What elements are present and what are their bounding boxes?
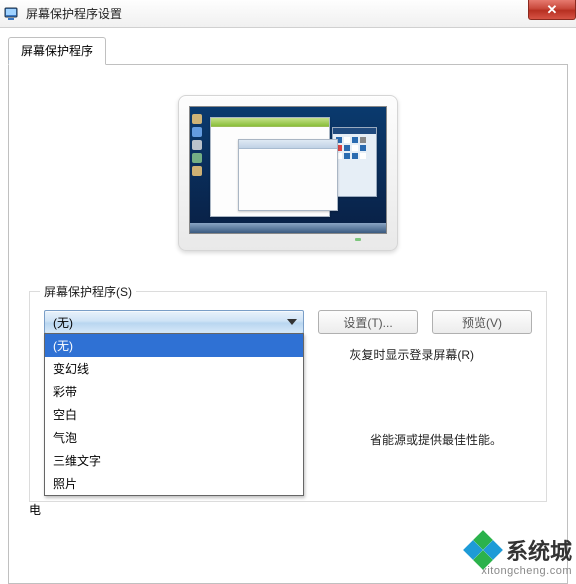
preview-taskbar bbox=[190, 223, 386, 233]
combo-selected-text: (无) bbox=[53, 314, 73, 331]
preview-window-3 bbox=[332, 127, 377, 197]
close-button[interactable]: ✕ bbox=[528, 0, 576, 20]
settings-button[interactable]: 设置(T)... bbox=[318, 310, 418, 334]
dropdown-option[interactable]: 空白 bbox=[45, 403, 303, 426]
monitor-screen bbox=[189, 106, 387, 234]
preview-desktop-icons bbox=[192, 111, 206, 179]
dropdown-option[interactable]: 变幻线 bbox=[45, 357, 303, 380]
screensaver-combo[interactable]: (无) bbox=[44, 310, 304, 334]
window-title: 屏幕保护程序设置 bbox=[26, 5, 122, 22]
monitor-base bbox=[189, 234, 387, 244]
dropdown-option[interactable]: 照片 bbox=[45, 472, 303, 495]
close-icon: ✕ bbox=[547, 2, 558, 18]
controls-row: (无) (无)变幻线彩带空白气泡三维文字照片 设置(T)... 预览(V) bbox=[44, 310, 532, 334]
monitor-frame bbox=[178, 95, 398, 251]
monitor-preview-area bbox=[29, 95, 547, 251]
client-area: 屏幕保护程序 bbox=[0, 28, 576, 584]
titlebar: 屏幕保护程序设置 ✕ bbox=[0, 0, 576, 28]
dropdown-option[interactable]: 彩带 bbox=[45, 380, 303, 403]
app-icon bbox=[4, 6, 20, 22]
dropdown-option[interactable]: 三维文字 bbox=[45, 449, 303, 472]
dropdown-option[interactable]: (无) bbox=[45, 334, 303, 357]
screensaver-group: 屏幕保护程序(S) (无) (无)变幻线彩带空白气泡三维文字照片 设置(T)..… bbox=[29, 291, 547, 502]
tabstrip: 屏幕保护程序 bbox=[8, 36, 568, 64]
preview-window-2 bbox=[238, 139, 338, 211]
power-heading-fragment: 电 bbox=[29, 501, 41, 518]
chevron-down-icon bbox=[287, 319, 297, 325]
group-label: 屏幕保护程序(S) bbox=[40, 283, 136, 300]
screensaver-combo-wrap: (无) (无)变幻线彩带空白气泡三维文字照片 bbox=[44, 310, 304, 334]
tab-panel: 屏幕保护程序(S) (无) (无)变幻线彩带空白气泡三维文字照片 设置(T)..… bbox=[8, 64, 568, 584]
screensaver-dropdown[interactable]: (无)变幻线彩带空白气泡三维文字照片 bbox=[44, 333, 304, 496]
monitor-led-icon bbox=[355, 238, 361, 241]
tab-screensaver[interactable]: 屏幕保护程序 bbox=[8, 37, 106, 65]
preview-button[interactable]: 预览(V) bbox=[432, 310, 532, 334]
dropdown-option[interactable]: 气泡 bbox=[45, 426, 303, 449]
